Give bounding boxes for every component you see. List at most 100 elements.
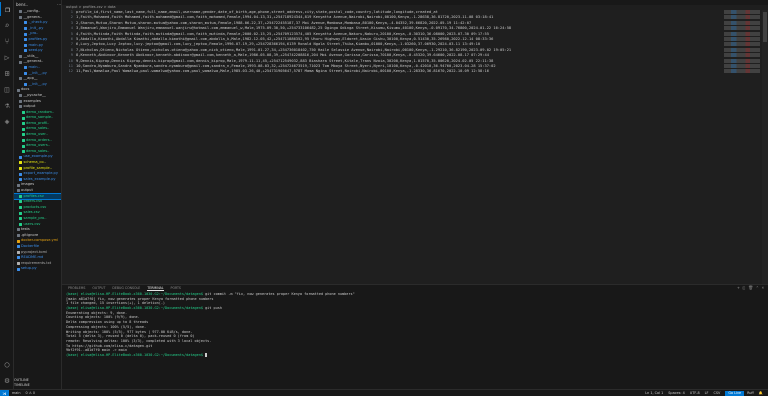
file-type-icon bbox=[19, 161, 22, 165]
kill-terminal-icon[interactable]: 🗑 bbox=[748, 285, 753, 291]
scroll-thumb[interactable] bbox=[763, 12, 767, 42]
terminal-text: Delta compression using up to 8 threads bbox=[66, 320, 149, 325]
manage-gear-icon[interactable]: ⚙ bbox=[0, 373, 14, 387]
close-panel-icon[interactable]: × bbox=[762, 285, 764, 291]
run-debug-icon[interactable]: ▷ bbox=[0, 50, 14, 64]
terminal-command: git push bbox=[202, 306, 222, 311]
file-type-icon bbox=[21, 144, 25, 148]
file-type-icon bbox=[24, 71, 27, 75]
code-text: 11,Paul,Wamalwa,Paul Wamalwa,paul.wamalw… bbox=[76, 69, 489, 74]
explorer-title: bens.. bbox=[16, 2, 29, 7]
notifications-icon[interactable]: 🔔 bbox=[759, 391, 763, 395]
file-type-icon bbox=[21, 110, 25, 114]
file-type-icon bbox=[24, 38, 27, 42]
minimap-line bbox=[724, 58, 760, 63]
file-type-icon bbox=[19, 60, 22, 64]
activity-bar: ❐ ⌕ ⑂ ▷ ⊞ ◫ ⚗ ◈ ◯ ⚙ bbox=[0, 0, 14, 389]
panel-actions: + ◫ 🗑 ⌃ × bbox=[737, 285, 764, 291]
file-type-icon bbox=[16, 245, 20, 249]
file-type-icon bbox=[16, 88, 20, 92]
code-lines: 1 profile_id,first_name,last_name,full_na… bbox=[62, 10, 768, 75]
terminal-text: Counting objects: 100% (9/9), done. bbox=[66, 315, 140, 320]
terminal-text: 9bf2f91..a81d7f0 main -> main bbox=[66, 348, 128, 353]
encoding-status[interactable]: UTF-8 bbox=[690, 391, 700, 395]
file-tree-item[interactable]: setup.py bbox=[14, 266, 61, 272]
go-live-button[interactable]: Go Live bbox=[725, 390, 745, 396]
file-type-icon bbox=[19, 55, 22, 59]
panel-tab[interactable]: Debug Console bbox=[112, 285, 140, 291]
file-type-icon bbox=[24, 83, 27, 87]
file-type-icon bbox=[21, 116, 25, 120]
testing-icon[interactable]: ⚗ bbox=[0, 98, 14, 112]
file-tree-label: setup.py bbox=[21, 266, 37, 271]
problems-status[interactable]: 0 ⚠ 0 bbox=[25, 391, 35, 395]
language-mode[interactable]: CSV bbox=[714, 391, 721, 395]
terminal-text: Writing objects: 100% (5/5), 977 bytes |… bbox=[66, 329, 193, 334]
panel-tab[interactable]: Ports bbox=[171, 285, 181, 291]
file-type-icon bbox=[24, 49, 27, 53]
panel-tab[interactable]: Output bbox=[92, 285, 105, 291]
minimap-line bbox=[724, 47, 760, 52]
terminal-text: Total 5 (delta 3), reused 0 (delta 0), p… bbox=[66, 334, 195, 339]
extensions-icon[interactable]: ⊞ bbox=[0, 66, 14, 80]
remote-explorer-icon[interactable]: ◫ bbox=[0, 82, 14, 96]
file-type-icon bbox=[16, 262, 20, 266]
editor-scrollbar[interactable] bbox=[762, 10, 768, 284]
terminal-text: To https://github.com/elisa-c/datagen.gi… bbox=[66, 343, 153, 348]
terminal-output[interactable]: (base) elisa@elisa-HP-EliteBook-x360-103… bbox=[62, 291, 768, 359]
split-terminal-icon[interactable]: ◫ bbox=[743, 285, 745, 291]
terminal-text: Compressing objects: 100% (5/5), done. bbox=[66, 324, 147, 329]
file-type-icon bbox=[24, 43, 27, 47]
file-type-icon bbox=[16, 234, 20, 238]
file-type-icon bbox=[16, 189, 20, 193]
file-type-icon bbox=[24, 21, 27, 25]
minimap-line bbox=[724, 36, 760, 41]
file-type-icon bbox=[19, 155, 22, 159]
status-right: Ln 1, Col 1 Spaces: 4 UTF-8 LF CSV Go Li… bbox=[645, 390, 768, 396]
minimap[interactable] bbox=[724, 10, 760, 74]
terminal-text: 1 file changed, 15 insertions(+), 1 dele… bbox=[66, 301, 166, 306]
file-type-icon bbox=[19, 99, 22, 103]
terminal-text: [main a81d7f0] fix, now generates proper… bbox=[66, 296, 214, 301]
file-type-icon bbox=[19, 94, 22, 98]
terminal-prompt: (base) elisa@elisa-HP-EliteBook-x360-103… bbox=[66, 352, 203, 357]
eol-status[interactable]: LF bbox=[705, 391, 709, 395]
file-type-icon bbox=[24, 66, 27, 70]
maximize-panel-icon[interactable]: ⌃ bbox=[756, 285, 758, 291]
panel-tab[interactable]: Terminal bbox=[147, 285, 164, 291]
file-type-icon bbox=[21, 133, 25, 137]
minimap-line bbox=[724, 63, 760, 68]
status-bar: ⋊ main 0 ⚠ 0 Ln 1, Col 1 Spaces: 4 UTF-8… bbox=[0, 389, 768, 396]
new-terminal-icon[interactable]: + bbox=[737, 285, 739, 291]
cursor-position[interactable]: Ln 1, Col 1 bbox=[645, 391, 663, 395]
file-type-icon bbox=[21, 122, 25, 126]
terminal-text: remote: Resolving deltas: 100% (3/3), co… bbox=[66, 338, 212, 343]
file-type-icon bbox=[19, 217, 22, 221]
remote-indicator-icon[interactable]: ⋊ bbox=[0, 389, 9, 396]
search-icon[interactable]: ⌕ bbox=[0, 18, 14, 32]
terminal-text: Enumerating objects: 9, done. bbox=[66, 310, 128, 315]
explorer-icon[interactable]: ❐ bbox=[0, 2, 14, 16]
file-type-icon bbox=[19, 77, 22, 81]
source-control-icon[interactable]: ⑂ bbox=[0, 34, 14, 48]
account-icon[interactable]: ◯ bbox=[0, 357, 14, 371]
file-type-icon bbox=[19, 206, 22, 210]
file-type-icon bbox=[24, 32, 27, 36]
ruff-status[interactable]: Ruff bbox=[747, 391, 754, 395]
terminal-prompt: (base) elisa@elisa-HP-EliteBook-x360-103… bbox=[66, 292, 203, 296]
file-type-icon bbox=[19, 211, 22, 215]
code-editor[interactable]: 1 profile_id,first_name,last_name,full_na… bbox=[62, 10, 768, 284]
file-type-icon bbox=[21, 150, 25, 154]
bottom-panel: Problems Output Debug Console Terminal Ports… bbox=[62, 284, 768, 389]
file-type-icon bbox=[16, 250, 20, 254]
more-actions-icon[interactable]: ⋯ bbox=[57, 0, 61, 9]
branch-status[interactable]: main bbox=[12, 391, 20, 395]
minimap-line bbox=[724, 10, 760, 14]
minimap-line bbox=[724, 31, 760, 36]
minimap-line bbox=[724, 53, 760, 58]
indentation-status[interactable]: Spaces: 4 bbox=[668, 391, 684, 395]
minimap-line bbox=[724, 69, 760, 74]
docker-icon[interactable]: ◈ bbox=[0, 114, 14, 128]
file-type-icon bbox=[19, 15, 22, 19]
panel-tab[interactable]: Problems bbox=[68, 285, 85, 291]
